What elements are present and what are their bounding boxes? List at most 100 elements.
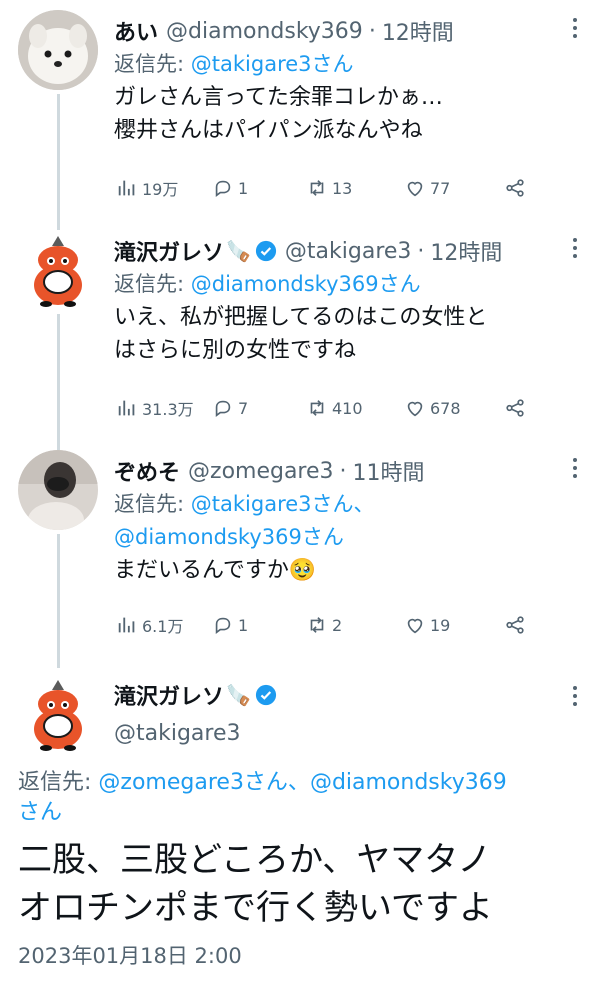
reply-mention[interactable]: @takigare3さん、 xyxy=(191,492,375,516)
retweet-button[interactable]: 410 xyxy=(306,397,363,419)
display-name[interactable]: 滝沢ガレソ xyxy=(114,679,224,711)
timestamp[interactable]: 11時間 xyxy=(353,455,425,487)
share-button[interactable] xyxy=(504,397,530,419)
tweet[interactable]: 滝沢ガレソ 🪚 @takigare3 · 12時間 返信先: @diamonds… xyxy=(0,220,600,440)
user-handle[interactable]: @diamondsky369 xyxy=(166,19,363,44)
reply-count: 7 xyxy=(238,398,249,418)
more-options-icon[interactable] xyxy=(572,238,578,262)
reply-icon xyxy=(215,400,231,417)
verified-badge-icon[interactable] xyxy=(255,240,277,262)
tweet-body: いえ、私が把握してるのはこの女性と はさらに別の女性ですね xyxy=(114,301,576,367)
views-button[interactable]: 19万 xyxy=(116,176,178,200)
user-handle[interactable]: @zomegare3 xyxy=(188,459,334,484)
separator-dot: · xyxy=(417,238,425,264)
photo-avatar-icon xyxy=(18,450,98,530)
character-avatar-icon xyxy=(18,674,98,754)
tweet-body-line: 櫻井さんはパイパン派なんやね xyxy=(114,118,423,143)
tweet-body-line: ガレさん言ってた余罪コレかぁ… xyxy=(114,85,443,110)
reply-button[interactable]: 7 xyxy=(212,397,248,419)
share-button[interactable] xyxy=(504,177,530,199)
reply-button[interactable]: 1 xyxy=(212,614,248,636)
more-options-icon[interactable] xyxy=(572,458,578,482)
reply-button[interactable]: 1 xyxy=(212,177,248,199)
reply-count: 1 xyxy=(238,178,249,198)
views-count: 31.3万 xyxy=(142,400,194,419)
reply-mention[interactable]: @takigare3さん xyxy=(191,52,354,76)
tweet-body-line: 二股、三股どころか、ヤマタノ xyxy=(18,840,492,880)
user-handle[interactable]: @takigare3 xyxy=(114,721,241,746)
tweet-body: まだいるんですか🥹 xyxy=(114,554,576,587)
heart-icon xyxy=(407,401,423,417)
post-timestamp[interactable]: 2023年01月18日 2:00 xyxy=(18,940,242,970)
like-count: 19 xyxy=(430,615,451,635)
views-button[interactable]: 6.1万 xyxy=(116,613,183,637)
main-tweet: 滝沢ガレソ 🪚 @takigare3 xyxy=(0,670,600,986)
views-icon xyxy=(118,617,135,633)
timestamp[interactable]: 12時間 xyxy=(430,235,502,267)
reply-to-line: 返信先: @zomegare3さん、@diamondsky369 さん xyxy=(18,768,578,828)
saw-emoji-icon: 🪚 xyxy=(226,683,251,707)
avatar[interactable] xyxy=(18,450,98,530)
saw-emoji-icon: 🪚 xyxy=(226,239,251,263)
avatar[interactable] xyxy=(18,230,98,310)
retweet-icon xyxy=(310,400,324,416)
tweet[interactable]: あい @diamondsky369 · 12時間 返信先: @takigare3… xyxy=(0,0,600,220)
reply-to-line: 返信先: @takigare3さん、 @diamondsky369さん xyxy=(114,488,576,554)
display-name[interactable]: ぞめそ xyxy=(114,455,180,487)
reply-count: 1 xyxy=(238,615,249,635)
tweet[interactable]: ぞめそ @zomegare3 · 11時間 返信先: @takigare3さん、… xyxy=(0,440,600,670)
reply-to-line: 返信先: @diamondsky369さん xyxy=(114,268,576,301)
reply-prefix: 返信先: xyxy=(18,770,92,795)
user-handle[interactable]: @takigare3 xyxy=(285,239,412,264)
separator-dot: · xyxy=(368,18,376,44)
retweet-icon xyxy=(310,180,324,196)
like-button[interactable]: 678 xyxy=(404,397,461,419)
retweet-icon xyxy=(310,617,324,633)
more-options-icon[interactable] xyxy=(572,686,578,710)
reply-mention[interactable]: @diamondsky369 xyxy=(310,770,507,795)
views-count: 19万 xyxy=(142,180,179,199)
share-icon xyxy=(506,399,524,417)
heart-icon xyxy=(407,181,423,197)
share-icon xyxy=(506,616,524,634)
tweet-body-line: はさらに別の女性ですね xyxy=(114,338,357,363)
more-options-icon[interactable] xyxy=(572,18,578,42)
dog-avatar-icon xyxy=(18,10,98,90)
reply-to-line: 返信先: @takigare3さん xyxy=(114,48,576,81)
timestamp[interactable]: 12時間 xyxy=(382,15,454,47)
display-name[interactable]: 滝沢ガレソ xyxy=(114,235,224,267)
views-icon xyxy=(118,180,135,196)
share-button[interactable] xyxy=(504,614,530,636)
reply-mention[interactable]: @zomegare3さん、 xyxy=(98,770,310,795)
avatar[interactable] xyxy=(18,10,98,90)
tweet-body-line: まだいるんですか🥹 xyxy=(114,558,317,583)
like-count: 77 xyxy=(430,178,451,198)
character-avatar-icon xyxy=(18,230,98,310)
retweet-count: 410 xyxy=(332,398,363,418)
views-icon xyxy=(118,400,135,416)
tweet-body-line: いえ、私が把握してるのはこの女性と xyxy=(114,305,488,330)
reply-mention[interactable]: @diamondsky369さん xyxy=(114,525,344,549)
like-button[interactable]: 77 xyxy=(404,177,450,199)
reply-icon xyxy=(215,180,231,197)
retweet-count: 13 xyxy=(332,178,353,198)
views-count: 6.1万 xyxy=(142,617,184,636)
like-button[interactable]: 19 xyxy=(404,614,450,636)
avatar[interactable] xyxy=(18,674,98,754)
views-button[interactable]: 31.3万 xyxy=(116,396,194,420)
action-bar: 6.1万 1 2 19 xyxy=(116,612,536,638)
retweet-button[interactable]: 2 xyxy=(306,614,342,636)
verified-badge-icon[interactable] xyxy=(255,684,277,706)
retweet-button[interactable]: 13 xyxy=(306,177,352,199)
separator-dot: · xyxy=(339,458,347,484)
reply-mention[interactable]: @diamondsky369さん xyxy=(191,272,421,296)
tweet-body-line: オロチンポまで行く勢いですよ xyxy=(18,888,493,928)
like-count: 678 xyxy=(430,398,461,418)
reply-prefix: 返信先: xyxy=(114,492,185,516)
reply-icon xyxy=(215,617,231,634)
reply-mention-suffix[interactable]: さん xyxy=(18,800,62,825)
share-icon xyxy=(506,179,524,197)
retweet-count: 2 xyxy=(332,615,343,635)
main-tweet-body: 二股、三股どころか、ヤマタノ オロチンポまで行く勢いですよ xyxy=(18,836,588,932)
display-name[interactable]: あい xyxy=(114,15,158,47)
